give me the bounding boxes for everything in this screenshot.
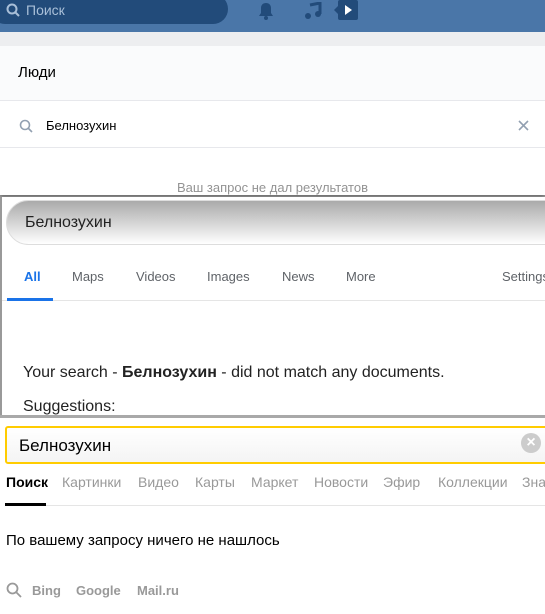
tab-news[interactable]: News <box>282 269 315 284</box>
tab-settings[interactable]: Settings <box>502 269 545 284</box>
search-icon <box>6 582 22 598</box>
link-mailru[interactable]: Mail.ru <box>137 583 179 598</box>
tab-images[interactable]: Картинки <box>62 474 121 490</box>
tab-maps[interactable]: Maps <box>72 269 104 284</box>
link-bing[interactable]: Bing <box>32 583 61 598</box>
yandex-search-input[interactable]: Белнозухин <box>5 426 545 464</box>
divider <box>5 505 545 506</box>
no-results-message: По вашему запросу ничего не нашлось <box>6 532 280 549</box>
tab-video[interactable]: Видео <box>138 474 179 490</box>
tab-maps[interactable]: Карты <box>195 474 235 490</box>
divider <box>0 32 545 46</box>
yandex-panel: Белнозухин × Поиск Картинки Видео Карты … <box>0 418 545 614</box>
tab-market[interactable]: Маркет <box>251 474 298 490</box>
vk-header-search[interactable]: Поиск <box>0 0 228 24</box>
vk-panel: Поиск Люди Белнозухин Ваш запрос не дал … <box>0 0 545 195</box>
google-search-input[interactable]: Белнозухин <box>6 200 545 245</box>
search-icon <box>6 3 20 17</box>
divider <box>2 300 545 301</box>
music-icon[interactable] <box>304 2 322 20</box>
active-tab-indicator <box>5 503 46 506</box>
play-icon[interactable] <box>334 0 358 22</box>
tab-videos[interactable]: Videos <box>136 269 176 284</box>
no-results-message: Your search - Белнозухин - did not match… <box>23 364 445 381</box>
search-placeholder: Поиск <box>26 2 65 18</box>
tab-images[interactable]: Images <box>207 269 250 284</box>
close-icon[interactable] <box>518 120 529 131</box>
link-google[interactable]: Google <box>76 583 121 598</box>
empty-message: Ваш запрос не дал результатов <box>176 180 369 195</box>
section-title: Люди <box>0 46 545 101</box>
tab-all[interactable]: All <box>24 269 41 284</box>
clear-icon[interactable]: × <box>521 433 541 453</box>
bell-icon[interactable] <box>258 2 274 20</box>
google-panel: Белнозухин All Maps Videos Images News M… <box>0 197 545 415</box>
search-query: Белнозухин <box>46 118 117 133</box>
active-tab-indicator <box>7 298 53 301</box>
tab-efir[interactable]: Эфир <box>383 474 420 490</box>
tab-more[interactable]: More <box>346 269 376 284</box>
search-icon <box>19 119 33 133</box>
tab-znatoki[interactable]: Зна <box>522 474 545 490</box>
suggestions-label: Suggestions: <box>23 398 116 415</box>
vk-search-field[interactable]: Белнозухин <box>0 101 545 148</box>
tab-news[interactable]: Новости <box>314 474 368 490</box>
tab-search[interactable]: Поиск <box>6 474 48 490</box>
tab-collections[interactable]: Коллекции <box>438 474 508 490</box>
